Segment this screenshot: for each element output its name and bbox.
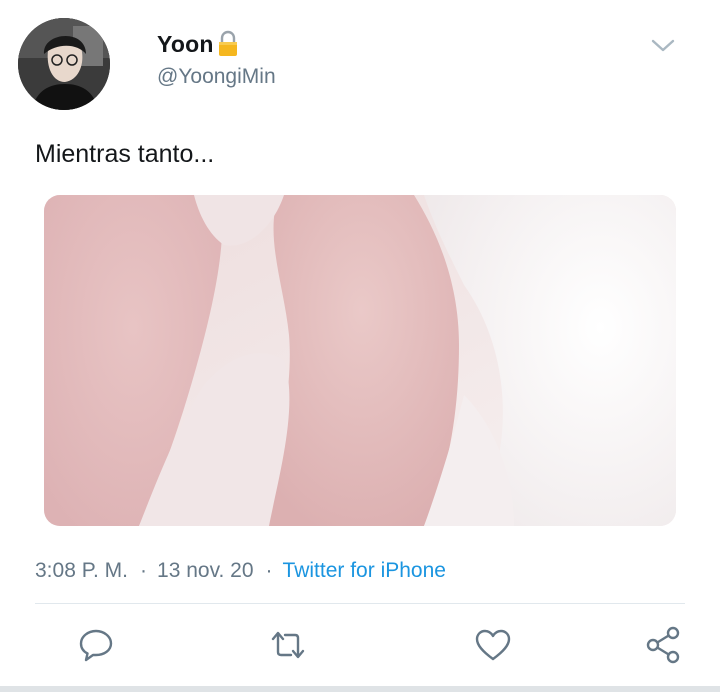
tweet-date[interactable]: 13 nov. 20	[157, 559, 254, 583]
user-handle[interactable]: @YoongiMin	[157, 65, 276, 89]
chevron-down-icon[interactable]	[650, 36, 676, 56]
bottom-bar	[0, 686, 720, 692]
like-button[interactable]	[473, 625, 513, 665]
tweet-source-link[interactable]: Twitter for iPhone	[283, 559, 446, 583]
avatar-photo	[18, 18, 110, 110]
heart-icon	[475, 629, 511, 661]
retweet-icon	[271, 631, 305, 659]
reply-icon	[79, 629, 113, 662]
user-name[interactable]: Yoon	[157, 30, 239, 58]
lock-icon	[218, 30, 237, 56]
share-icon	[646, 626, 680, 664]
photo	[44, 195, 676, 526]
tweet-meta: 3:08 P. M. · 13 nov. 20 · Twitter for iP…	[35, 558, 446, 584]
tweet-card: Yoon @YoongiMin Mientras tanto... 3:08 P…	[0, 0, 720, 692]
tweet-time[interactable]: 3:08 P. M.	[35, 559, 128, 583]
divider	[35, 603, 685, 604]
tweet-text: Mientras tanto...	[35, 140, 215, 168]
avatar[interactable]	[18, 18, 110, 110]
meta-separator: ·	[140, 559, 148, 582]
retweet-button[interactable]	[268, 625, 308, 665]
tweet-photo[interactable]	[44, 195, 676, 526]
user-name-text: Yoon	[157, 30, 214, 57]
meta-separator: ·	[265, 559, 273, 582]
reply-button[interactable]	[76, 625, 116, 665]
share-button[interactable]	[643, 625, 683, 665]
